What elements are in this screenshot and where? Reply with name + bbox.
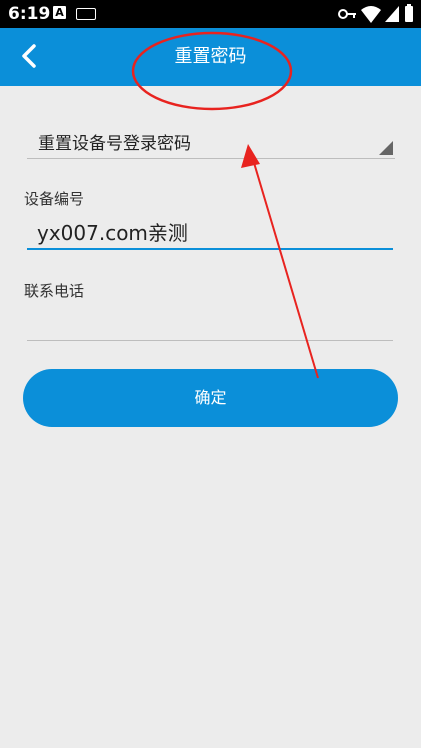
phone-label: 联系电话 [24, 282, 85, 300]
page-title: 重置密码 [174, 46, 247, 67]
reset-type-dropdown[interactable]: 重置设备号登录密码 [27, 122, 395, 159]
device-number-value: yx007.com亲测 [37, 221, 188, 245]
status-time: 6:19 [8, 4, 51, 24]
keyboard-icon [76, 8, 96, 20]
battery-icon [405, 4, 413, 22]
dropdown-arrow-icon [379, 141, 393, 155]
key-icon [338, 9, 356, 19]
device-number-input[interactable]: yx007.com亲测 [27, 214, 393, 250]
chevron-left-icon [22, 44, 36, 68]
wifi-icon [361, 6, 381, 23]
status-bar: 6:19 A [0, 0, 421, 28]
signal-icon [385, 6, 399, 22]
phone-input[interactable] [27, 306, 393, 341]
annotation-arrow [241, 144, 319, 379]
device-number-label: 设备编号 [24, 190, 85, 208]
confirm-button[interactable]: 确定 [23, 369, 398, 427]
app-bar: 重置密码 [0, 28, 421, 86]
back-button[interactable] [8, 36, 54, 78]
accessibility-a-icon: A [53, 6, 66, 19]
reset-type-value: 重置设备号登录密码 [38, 134, 191, 154]
